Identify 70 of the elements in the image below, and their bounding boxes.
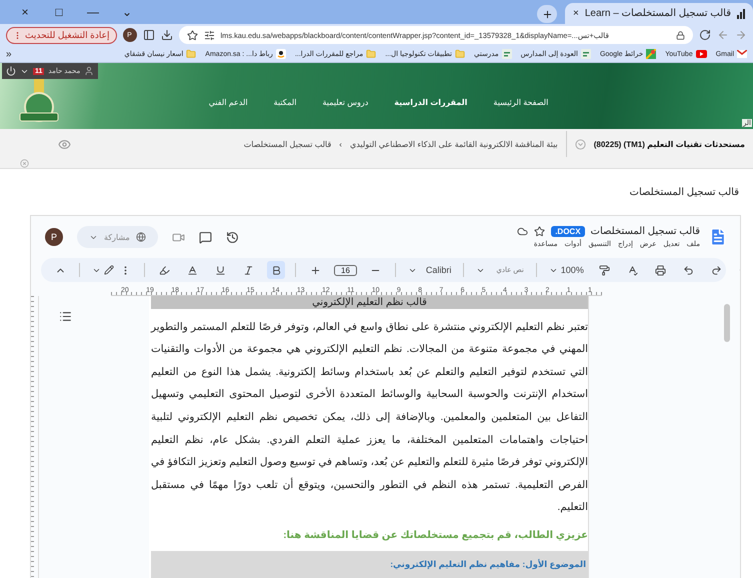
cloud-icon[interactable]	[517, 226, 528, 237]
highlighter-icon	[158, 264, 170, 276]
map-icon	[646, 49, 656, 59]
site-icon	[580, 49, 591, 59]
play-icon	[696, 50, 707, 58]
mail-icon	[737, 50, 747, 58]
body-paragraph: تعتبر نظم التعليم الإلكتروني منتشرة على نطاق واسع في العالم، وتوفر فرصًا للتعلم المستمر والتطوير المهني في مجموعة متنوعة من المجالات. نظم التعليم الإلكتروني هي مجموعة من الأدوات والتقنيات التي تستخدم لتوفير التعليم والتعلم عن بُعد باستخدام وسائط إلكترونية. يشمل هذا النوع من التعليم استخدام الإنترنت والحوسبة السحابية والوسائط المتعددة الأخرى لتوصيل المحتوى التعليمي وتسهيل التفاعل بين المتعلمين والمعلمين. وبالإضافة إلى ذلك، يمكن تخصيص نظم التعليم الإلكتروني لتلبية احتياجات واهتمامات المتعلمين المختلفة، ما يعزز عملية التعلم الفردي. بشكل عام، نظم التعليم الإلكتروني توفر فرصًا مثيرة للتعلم والتعليم عن بُعد، وتساهم في توسيع وصول التعليم وتعزيز التكافؤ في الفرص التعليمية. تستمر هذه النظم في التطور والتحسين، ويتوقع أن تلعب دورًا مهمًا في مستقبل التعليم.	[151, 320, 588, 516]
bookmarks-more-button[interactable]: «	[6, 48, 12, 60]
print-icon	[655, 264, 666, 276]
font-dropdown[interactable]: Calibri	[406, 261, 454, 279]
video-icon[interactable]	[172, 230, 185, 244]
italic-icon	[242, 264, 254, 276]
site-info-icon[interactable]	[204, 30, 215, 40]
audio-bars-icon	[737, 8, 745, 18]
star-icon[interactable]	[186, 30, 198, 40]
site-icon	[502, 49, 512, 59]
course-title[interactable]: مستحدثات تقنيات التعليم (TM1) (80225)	[594, 140, 745, 148]
document-title[interactable]: قالب تسجيل المستخلصات	[590, 226, 700, 237]
nav-link[interactable]: الصفحة الرئيسية	[493, 98, 548, 106]
nav-link[interactable]: الدعم الفني	[208, 98, 248, 106]
globe-icon	[136, 232, 146, 242]
window-control[interactable]: □	[42, 5, 76, 19]
font-size-field[interactable]: 16	[334, 264, 357, 276]
new-tab-button[interactable]	[537, 5, 558, 23]
zoom-dropdown[interactable]: 100%	[546, 261, 586, 279]
page-title: قالب تسجيل المستخلصات	[630, 186, 739, 198]
undo-icon	[683, 264, 694, 276]
plus-icon	[310, 264, 320, 276]
window-control[interactable]: ⌄	[110, 5, 144, 19]
browser-tab[interactable]: قالب تسجيل المستخلصات – Learn ×	[565, 3, 753, 24]
nav-link[interactable]: المكتبة	[274, 98, 296, 106]
breadcrumb-link[interactable]: بيئة المناقشة الالكترونية القائمة على الذكاء الاصطناعي التوليدي	[350, 140, 558, 148]
window-control[interactable]: ×	[8, 5, 42, 19]
bold-button[interactable]	[267, 261, 285, 279]
spellcheck-icon	[627, 264, 638, 276]
plus-icon	[542, 8, 553, 20]
side-panel-icon[interactable]	[142, 29, 155, 41]
nav-link[interactable]: دروس تعليمية	[322, 98, 368, 106]
tab-close-button[interactable]: ×	[573, 8, 579, 19]
user-avatar[interactable]: P	[45, 228, 63, 246]
comment-icon[interactable]	[198, 230, 212, 244]
window-control[interactable]: —	[76, 5, 110, 19]
nav-link[interactable]: المقررات الدراسية	[394, 98, 468, 106]
file-format-badge: DOCX.	[551, 226, 585, 237]
history-icon[interactable]	[226, 230, 239, 244]
folder-icon	[455, 49, 465, 59]
underline-icon	[214, 264, 226, 276]
star-icon[interactable]	[534, 226, 546, 237]
pencil-icon	[104, 265, 114, 275]
scrollbar-thumb[interactable]	[724, 304, 730, 342]
power-icon[interactable]	[6, 66, 16, 76]
document-heading: قالب نظم التعليم الإلكتروني	[151, 296, 588, 309]
reload-icon[interactable]	[699, 29, 711, 41]
folder-icon	[186, 49, 196, 59]
topic-heading: الموضوع الأول: مفاهيم نظم التعليم الإلكتروني:	[151, 551, 588, 578]
text-color-icon	[186, 264, 198, 276]
update-button[interactable]: إعادة التشغيل للتحديث	[6, 26, 117, 44]
folder-icon	[366, 49, 376, 59]
breadcrumb-separator: ›	[339, 140, 342, 148]
lock-icon	[676, 30, 685, 40]
bold-icon	[270, 264, 282, 276]
document-icon	[708, 227, 728, 247]
breadcrumb-current[interactable]: قالب تسجيل المستخلصات	[244, 140, 332, 148]
paint-roller-icon	[599, 264, 610, 276]
outline-icon[interactable]	[59, 310, 72, 323]
eye-icon[interactable]	[58, 138, 71, 150]
user-avatar-icon	[84, 66, 94, 76]
download-icon[interactable]	[160, 29, 173, 41]
instruction-text: عزيزي الطالب، قم بتجميع مستخلصاتك عن قضايا المناقشة هنا:	[282, 530, 588, 541]
redo-icon	[711, 264, 722, 276]
